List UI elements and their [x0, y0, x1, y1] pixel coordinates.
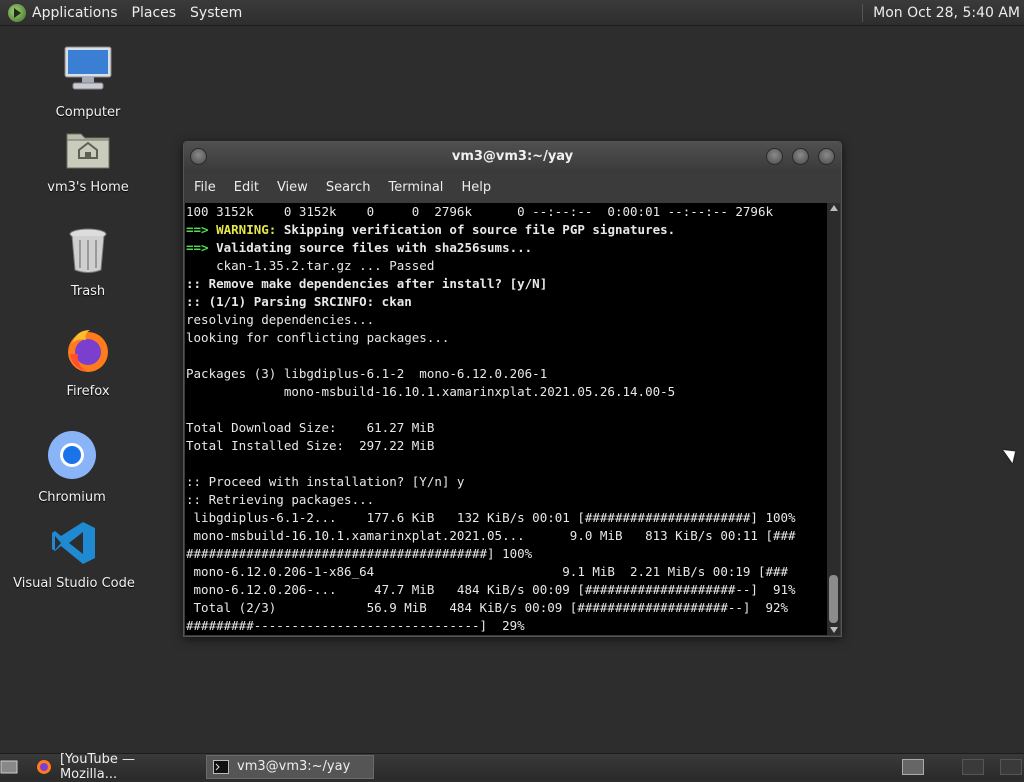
task-terminal[interactable]: vm3@vm3:~/yay [206, 754, 374, 779]
terminal-line: Total Download Size: 61.27 MiB [186, 420, 435, 435]
terminal-line: ==> Validating source files with sha256s… [186, 240, 533, 255]
desktop-icon-label: Visual Studio Code [13, 576, 135, 591]
desktop-icon-firefox[interactable]: Firefox [28, 326, 148, 399]
scroll-down-icon[interactable] [830, 627, 838, 633]
desktop-icon-label: Chromium [38, 490, 106, 505]
terminal-line: :: Proceed with installation? [Y/n] y [186, 474, 465, 489]
terminal-line: mono-msbuild-16.10.1.xamarinxplat.2021.0… [186, 528, 796, 543]
terminal-line: mono-msbuild-16.10.1.xamarinxplat.2021.0… [186, 384, 676, 399]
terminal-line: :: (1/1) Parsing SRCINFO: ckan [186, 294, 412, 309]
terminal-line: libgdiplus-6.1-2... 177.6 KiB 132 KiB/s … [186, 510, 796, 525]
top-panel: Applications Places System Mon Oct 28, 5… [0, 0, 1024, 26]
terminal-line: :: Remove make dependencies after instal… [186, 276, 548, 291]
terminal-line: looking for conflicting packages... [186, 330, 450, 345]
menu-logo-icon[interactable] [8, 3, 26, 22]
menu-view[interactable]: View [277, 180, 308, 195]
desktop-icon-label: Computer [55, 105, 121, 120]
terminal-icon [213, 759, 229, 774]
task-label: vm3@vm3:~/yay [237, 759, 351, 774]
terminal-line: ckan-1.35.2.tar.gz ... Passed [186, 258, 435, 273]
terminal-line: Total Installed Size: 297.22 MiB [186, 438, 435, 453]
terminal-line: resolving dependencies... [186, 312, 375, 327]
terminal-window[interactable]: vm3@vm3:~/yay File Edit View Search Term… [183, 141, 842, 637]
close-icon[interactable] [818, 148, 835, 165]
desktop-icon-label: Trash [70, 284, 106, 299]
chromium-icon [47, 430, 97, 484]
maximize-icon[interactable] [792, 148, 809, 165]
home-folder-icon [65, 128, 111, 174]
menu-terminal[interactable]: Terminal [388, 180, 443, 195]
menu-system[interactable]: System [190, 5, 242, 21]
terminal-line: #########------------------------------]… [186, 618, 525, 633]
menu-help[interactable]: Help [461, 180, 491, 195]
workspace-3[interactable] [1000, 759, 1022, 775]
vscode-icon [51, 520, 97, 570]
terminal-line: Packages (3) libgdiplus-6.1-2 mono-6.12.… [186, 366, 548, 381]
panel-separator [862, 3, 864, 22]
desktop-icon-home[interactable]: vm3's Home [28, 128, 148, 195]
desktop-icon-label: Firefox [66, 384, 110, 399]
workspace-1[interactable] [902, 759, 924, 775]
terminal-menubar: File Edit View Search Terminal Help [184, 172, 841, 202]
window-titlebar[interactable]: vm3@vm3:~/yay [184, 142, 841, 172]
menu-places[interactable]: Places [132, 5, 177, 21]
workspace-2[interactable] [962, 759, 984, 775]
terminal-line: ==> WARNING: Skipping verification of so… [186, 222, 676, 237]
computer-icon [63, 45, 113, 99]
desktop-icon-chromium[interactable]: Chromium [12, 430, 132, 505]
show-desktop-button[interactable] [0, 756, 26, 778]
menu-applications[interactable]: Applications [32, 5, 118, 21]
menu-edit[interactable]: Edit [234, 180, 259, 195]
menu-file[interactable]: File [194, 180, 216, 195]
task-firefox[interactable]: [YouTube — Mozilla... [30, 752, 202, 782]
scroll-up-icon[interactable] [830, 205, 838, 211]
minimize-icon[interactable] [766, 148, 783, 165]
window-title: vm3@vm3:~/yay [451, 149, 574, 164]
trash-icon [68, 228, 108, 278]
desktop-icon-label: vm3's Home [47, 180, 129, 195]
bottom-panel: [YouTube — Mozilla... vm3@vm3:~/yay [0, 752, 1024, 782]
terminal-line: ########################################… [186, 546, 533, 561]
firefox-icon [64, 326, 112, 378]
terminal-line: Total (2/3) 56.9 MiB 484 KiB/s 00:09 [##… [186, 600, 789, 615]
terminal-line: 100 3152k 0 3152k 0 0 2796k 0 --:--:-- 0… [186, 204, 773, 219]
mouse-pointer-icon [1003, 444, 1020, 464]
menu-search[interactable]: Search [326, 180, 371, 195]
clock-area: Mon Oct 28, 5:40 AM [862, 0, 1020, 25]
desktop-icon-computer[interactable]: Computer [28, 45, 148, 120]
task-label: [YouTube — Mozilla... [59, 751, 136, 782]
terminal-output[interactable]: 100 3152k 0 3152k 0 0 2796k 0 --:--:-- 0… [185, 203, 827, 635]
desktop-icon-trash[interactable]: Trash [28, 228, 148, 299]
desktop-icon-vscode[interactable]: Visual Studio Code [13, 520, 135, 591]
firefox-icon [36, 759, 51, 774]
terminal-line: mono-6.12.0.206-1-x86_64 9.1 MiB 2.21 Mi… [186, 564, 789, 579]
terminal-line: :: Retrieving packages... [186, 492, 375, 507]
scroll-thumb[interactable] [829, 575, 838, 623]
show-desktop-icon [0, 760, 18, 773]
terminal-line: mono-6.12.0.206-... 47.7 MiB 484 KiB/s 0… [186, 582, 796, 597]
terminal-scrollbar[interactable] [827, 203, 840, 635]
clock[interactable]: Mon Oct 28, 5:40 AM [873, 5, 1020, 21]
